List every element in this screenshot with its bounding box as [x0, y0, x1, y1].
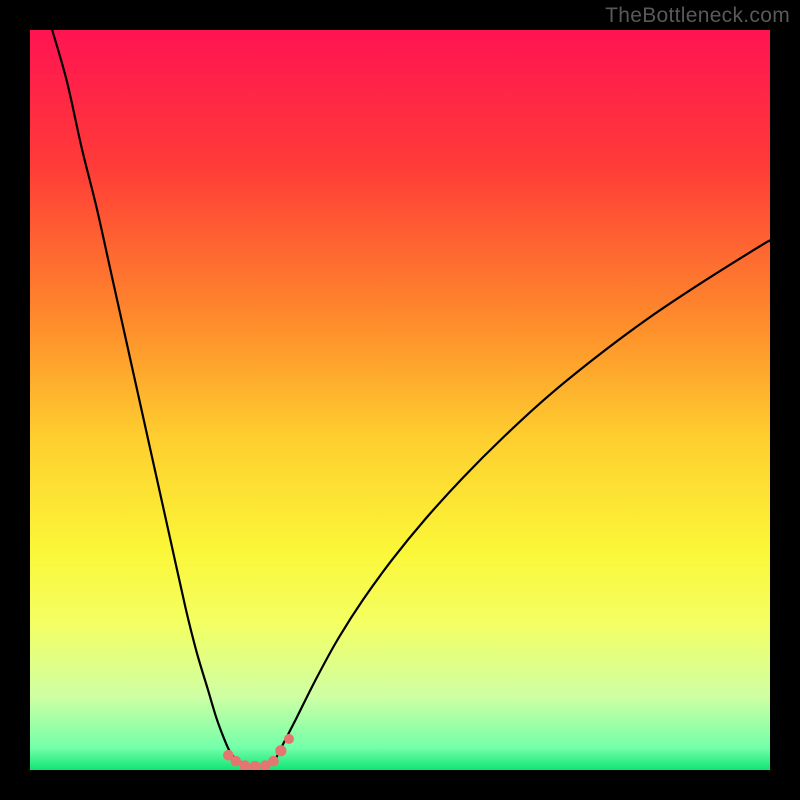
trough-marker: [268, 756, 279, 767]
watermark-text: TheBottleneck.com: [605, 4, 790, 28]
chart-svg: [30, 30, 770, 770]
plot-area: [30, 30, 770, 770]
trough-marker: [275, 745, 286, 756]
gradient-background: [30, 30, 770, 770]
figure-frame: TheBottleneck.com: [0, 0, 800, 800]
trough-marker: [284, 734, 294, 744]
